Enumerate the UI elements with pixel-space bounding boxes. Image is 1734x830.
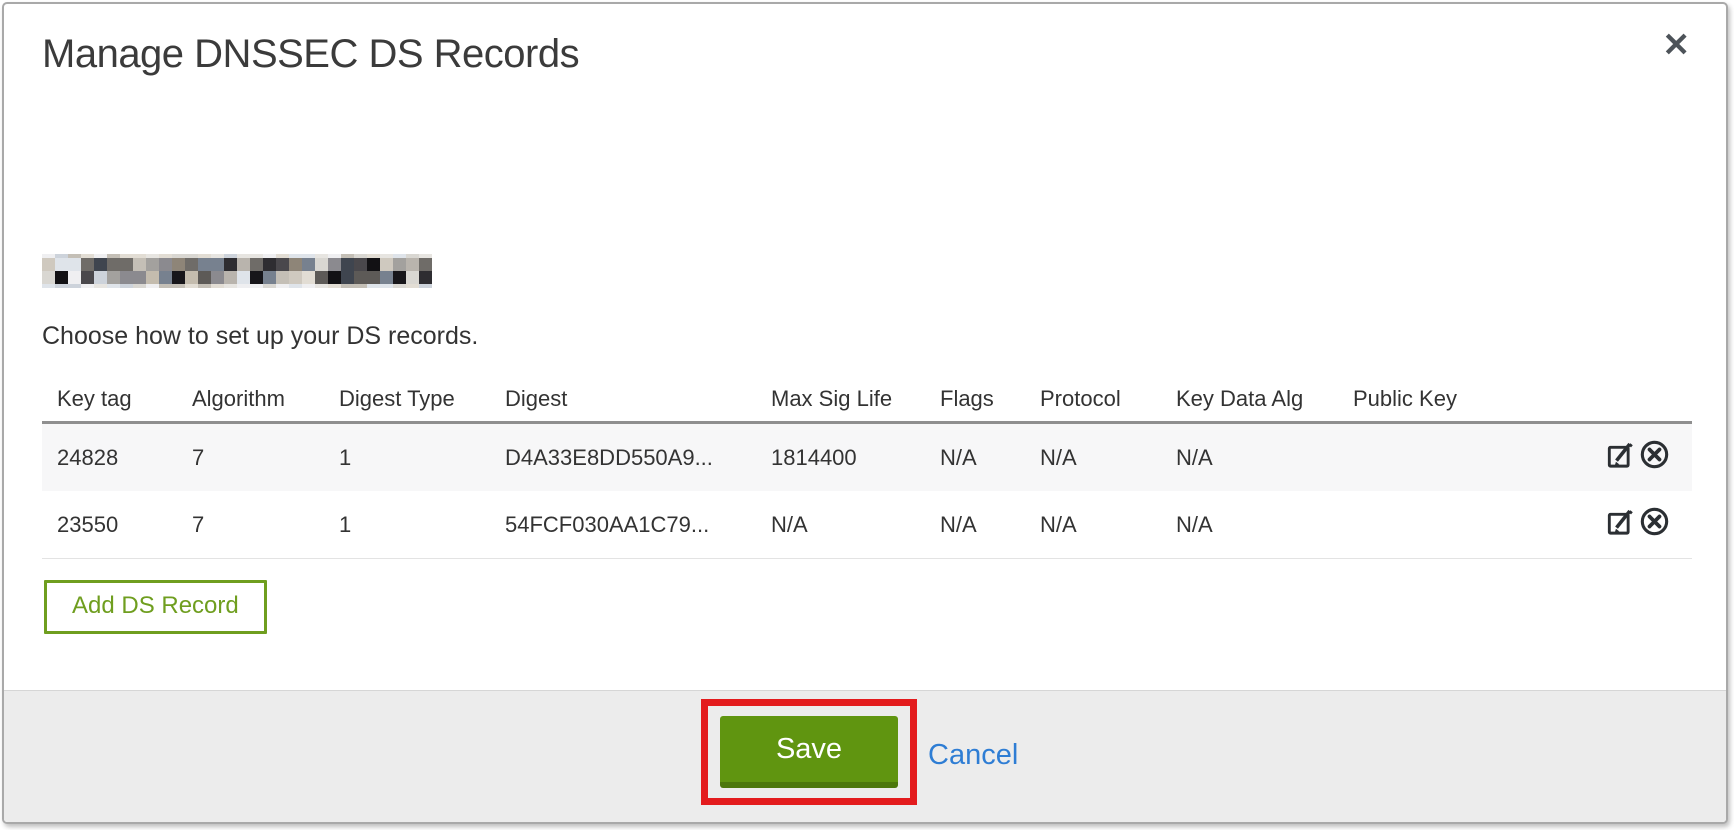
- intro-text: Choose how to set up your DS records.: [42, 322, 478, 351]
- column-header: Key tag: [42, 386, 177, 412]
- row-actions: [1552, 439, 1692, 476]
- ds-records-table: Key tagAlgorithmDigest TypeDigestMax Sig…: [42, 376, 1692, 559]
- cell-algorithm: 7: [177, 512, 324, 538]
- cell-key-data-alg: N/A: [1161, 445, 1338, 471]
- cell-protocol: N/A: [1025, 445, 1161, 471]
- edit-icon[interactable]: [1606, 506, 1637, 543]
- delete-icon[interactable]: [1639, 439, 1670, 476]
- mosaic-row: [42, 284, 432, 288]
- cell-key-data-alg: N/A: [1161, 512, 1338, 538]
- column-header: Key Data Alg: [1161, 386, 1338, 412]
- page-title: Manage DNSSEC DS Records: [42, 32, 579, 77]
- dialog-footer: Save Cancel: [4, 690, 1726, 822]
- close-icon[interactable]: ✕: [1660, 26, 1692, 63]
- edit-icon[interactable]: [1606, 439, 1637, 476]
- cell-flags: N/A: [925, 445, 1025, 471]
- add-ds-record-button[interactable]: Add DS Record: [44, 580, 267, 634]
- column-header: Public Key: [1338, 386, 1552, 412]
- table-row: 235507154FCF030AA1C79...N/AN/AN/AN/A: [42, 491, 1692, 559]
- annotation-highlight-red-box: Save: [701, 699, 917, 805]
- mosaic-row: [42, 258, 432, 271]
- cell-protocol: N/A: [1025, 512, 1161, 538]
- redacted-domain-name: [42, 254, 432, 288]
- column-header: Digest Type: [324, 386, 490, 412]
- save-button[interactable]: Save: [720, 716, 898, 788]
- column-header: Protocol: [1025, 386, 1161, 412]
- table-body: 2482871D4A33E8DD550A9...1814400N/AN/AN/A…: [42, 421, 1692, 559]
- cancel-link[interactable]: Cancel: [928, 739, 1018, 772]
- table-header-row: Key tagAlgorithmDigest TypeDigestMax Sig…: [42, 376, 1692, 421]
- cell-digest: 54FCF030AA1C79...: [490, 512, 756, 538]
- column-header: Algorithm: [177, 386, 324, 412]
- row-actions: [1552, 506, 1692, 543]
- cell-algorithm: 7: [177, 445, 324, 471]
- cell-flags: N/A: [925, 512, 1025, 538]
- column-header: Flags: [925, 386, 1025, 412]
- table-row: 2482871D4A33E8DD550A9...1814400N/AN/AN/A: [42, 424, 1692, 491]
- column-header: Max Sig Life: [756, 386, 925, 412]
- mosaic-row: [42, 271, 432, 284]
- cell-digest: D4A33E8DD550A9...: [490, 445, 756, 471]
- cell-key-tag: 23550: [42, 512, 177, 538]
- cell-key-tag: 24828: [42, 445, 177, 471]
- cell-digest-type: 1: [324, 512, 490, 538]
- cell-max-sig-life: 1814400: [756, 445, 925, 471]
- cell-digest-type: 1: [324, 445, 490, 471]
- cell-max-sig-life: N/A: [756, 512, 925, 538]
- column-header: Digest: [490, 386, 756, 412]
- delete-icon[interactable]: [1639, 506, 1670, 543]
- manage-dnssec-dialog: Manage DNSSEC DS Records ✕ Choose how to…: [2, 2, 1728, 824]
